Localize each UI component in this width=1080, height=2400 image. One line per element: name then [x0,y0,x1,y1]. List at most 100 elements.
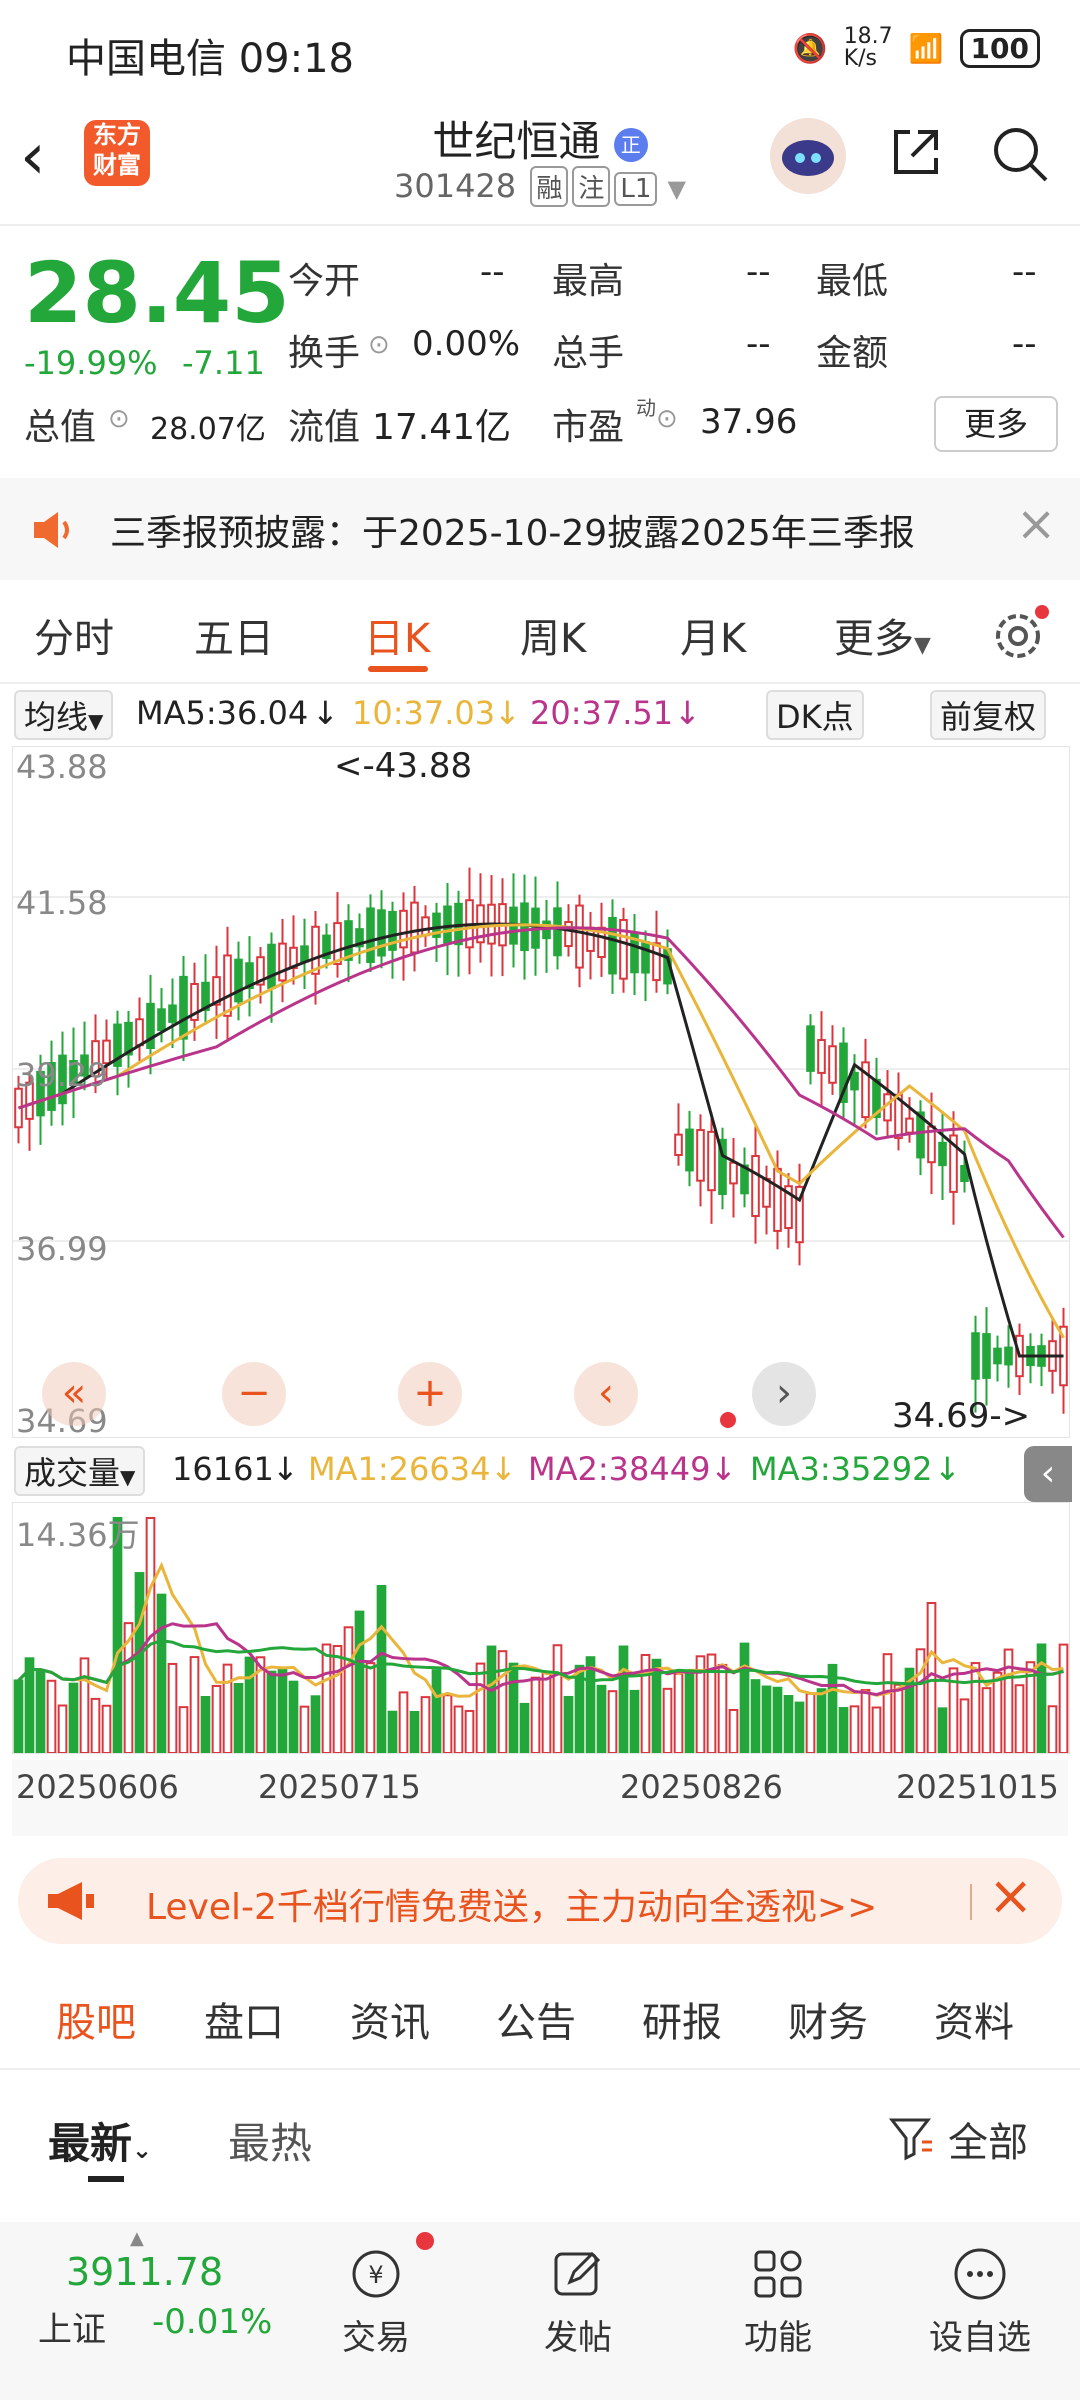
candle [234,958,243,1003]
turnover-value: 0.00% [412,324,521,364]
candle [300,945,309,963]
prev-button[interactable]: ‹ [574,1362,638,1426]
volume-bar [794,1701,805,1755]
candle [333,922,342,965]
tab-caiwu[interactable]: 财务 [788,1990,868,2048]
tab-pankou[interactable]: 盘口 [204,1990,284,2048]
amount-label: 金额 [816,333,889,374]
arrow-down-icon: ↓ [934,1450,961,1488]
tab-wuri[interactable]: 五日 [194,606,274,664]
candle [575,904,584,969]
panel-toggle-button[interactable]: ‹ [1024,1446,1072,1502]
kline-chart[interactable] [12,746,1070,1438]
volume-bar [475,1662,486,1754]
volume-bar [530,1676,541,1754]
volume-bar [618,1645,629,1755]
notification-dot [416,2232,434,2250]
tab-zhouk[interactable]: 周K [520,606,586,664]
tab-gonggao[interactable]: 公告 [496,1990,576,2048]
assistant-avatar[interactable] [770,118,846,194]
pe-superscript: 动 [636,396,656,420]
index-name[interactable]: 上证 [38,2302,106,2351]
stock-code: 301428 [393,167,517,205]
volume-bar [508,1662,519,1754]
tab-ziliao[interactable]: 资料 [934,1990,1014,2048]
svg-text:¥: ¥ [368,2261,383,2289]
volume-bar [519,1702,530,1754]
tab-yanbao[interactable]: 研报 [642,1990,722,2048]
candle [905,1117,914,1134]
fast-back-button[interactable]: « [42,1362,106,1426]
level2-banner[interactable]: Level-2千档行情免费送，主力动向全透视>> × [18,1858,1062,1944]
filter-all[interactable]: 全部 [948,2110,1028,2168]
more-icon [954,2248,1006,2300]
close-icon[interactable]: × [1016,496,1056,552]
open-value: -- [480,252,505,292]
ma20-value: 20:37.51 [530,694,674,732]
sort-hot[interactable]: 最热 [228,2110,312,2171]
indicator-selector[interactable]: 成交量▼ [14,1446,146,1496]
notice-bar[interactable]: 三季报预披露：于2025-10-29披露2025年三季报 × [0,478,1080,580]
candle [828,1045,837,1084]
nav-watchlist[interactable]: 设自选 [910,2246,1050,2359]
nav-trade[interactable]: ¥ 交易 [306,2246,446,2359]
search-icon[interactable] [990,124,1050,184]
mute-icon: 🔕 [792,31,828,65]
close-icon[interactable]: × [988,1864,1033,1927]
zoom-in-button[interactable]: + [398,1362,462,1426]
dk-point-button[interactable]: DK点 [766,690,864,740]
volume-bar [486,1645,497,1754]
info-icon[interactable]: ⊙ [108,404,130,434]
stock-name[interactable]: 世纪恒通 [432,117,600,166]
candle [410,901,419,954]
arrow-down-icon: ↓ [272,1450,299,1488]
volume-bar [68,1682,79,1754]
tab-guba[interactable]: 股吧 [56,1990,136,2048]
tab-fenshi[interactable]: 分时 [34,606,114,664]
volume-chart[interactable] [12,1502,1070,1755]
more-button[interactable]: 更多 [934,396,1058,452]
notification-dot [720,1412,736,1428]
volume-bar [739,1642,750,1754]
sort-latest[interactable]: 最新⌄ [48,2110,152,2171]
caret-up-icon: ▲ [130,2228,144,2249]
volume-bar [1058,1643,1069,1754]
ma-selector[interactable]: 均线▼ [14,690,114,740]
share-icon[interactable] [888,124,944,180]
nav-post[interactable]: 发帖 [508,2246,648,2359]
chevron-down-icon[interactable]: ▼ [668,175,686,203]
next-button[interactable]: › [752,1362,816,1426]
volume-bar [849,1705,860,1754]
tab-yuek[interactable]: 月K [680,606,746,664]
tag-rong: 融 [530,166,569,207]
gear-icon[interactable] [990,604,1050,664]
volume-bar [926,1602,937,1754]
arrow-down-icon: ↓ [490,1450,517,1488]
index-value[interactable]: 3911.78 [66,2250,223,2294]
tag-l1[interactable]: L1 [614,172,658,206]
volume-bar [35,1668,46,1754]
candle [344,920,353,961]
market-cap-label: 总值 [24,407,97,448]
candle [1004,1346,1013,1366]
volume-bar [805,1692,816,1754]
volume-bar [277,1667,288,1754]
tab-rik[interactable]: 日K [364,606,430,664]
candle [619,918,628,980]
zoom-out-button[interactable]: − [222,1362,286,1426]
chart-tabs: 分时 五日 日K 周K 月K 更多▼ [0,582,1080,682]
info-icon[interactable]: ⊙ [656,404,678,434]
grid-icon [754,2250,802,2298]
tab-zixun[interactable]: 资讯 [350,1990,430,2048]
volume-bar [134,1572,145,1754]
info-icon[interactable]: ⊙ [368,330,390,360]
filter-icon[interactable] [888,2114,936,2162]
tab-more[interactable]: 更多▼ [834,606,931,664]
candle [157,1008,166,1032]
nav-functions[interactable]: 功能 [708,2246,848,2359]
nav-watchlist-label: 设自选 [929,2318,1031,2358]
pe-label: 市盈 [552,407,625,448]
volume-bar [761,1685,772,1754]
candle [278,942,287,982]
adjust-button[interactable]: 前复权 [930,690,1047,740]
